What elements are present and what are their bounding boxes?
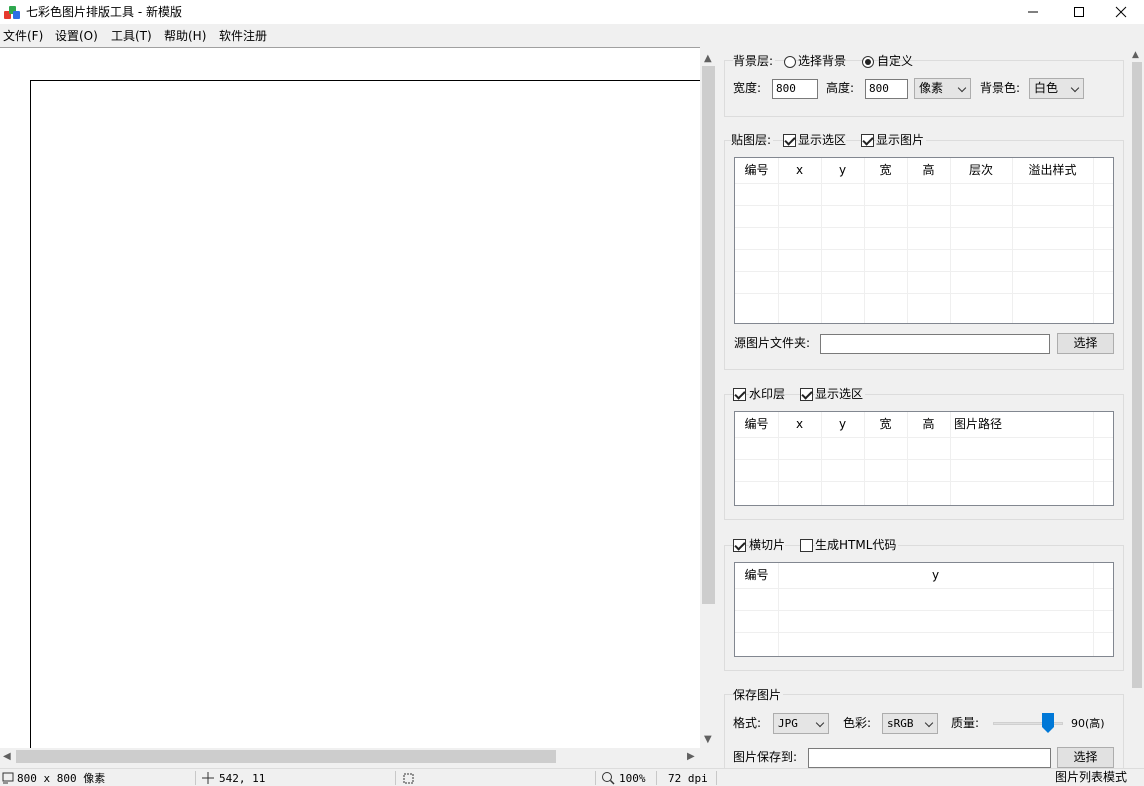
column-header[interactable]: 宽	[864, 417, 907, 432]
watermark-show-selection-label[interactable]: 显示选区	[815, 387, 866, 402]
bgcolor-select-value: 白色	[1034, 81, 1059, 95]
choose-source-folder-button[interactable]: 选择	[1057, 333, 1114, 354]
generate-html-checkbox[interactable]	[800, 539, 813, 552]
maximize-button[interactable]	[1056, 0, 1102, 24]
scroll-up-icon[interactable]: ▲	[704, 53, 712, 65]
slice-table[interactable]: 编号 y	[734, 562, 1114, 657]
paste-layer-table[interactable]: 编号 x y 宽 高 层次 溢出样式	[734, 157, 1114, 324]
slice-label[interactable]: 横切片	[749, 538, 786, 553]
unit-select-value: 像素	[919, 81, 944, 95]
status-mode[interactable]: 图片列表模式	[1055, 771, 1127, 784]
column-header[interactable]: 高	[907, 163, 950, 178]
column-header[interactable]: 高	[907, 417, 950, 432]
canvas-vertical-scroll-thumb[interactable]	[702, 66, 715, 604]
title-bar: 七彩色图片排版工具 - 新模版	[0, 0, 1144, 24]
menu-file[interactable]: 文件(F)	[3, 29, 43, 44]
menu-register[interactable]: 软件注册	[219, 29, 267, 44]
watermark-layer-table[interactable]: 编号 x y 宽 高 图片路径	[734, 411, 1114, 506]
background-layer-label: 背景层:	[733, 54, 776, 69]
radio-custom-background[interactable]	[862, 56, 874, 68]
canvas-viewport[interactable]	[0, 47, 700, 749]
canvas-page[interactable]	[30, 80, 700, 749]
save-to-input[interactable]	[808, 748, 1051, 768]
canvas-horizontal-scroll-thumb[interactable]	[16, 750, 556, 763]
format-select[interactable]: JPG	[773, 713, 829, 734]
save-image-label: 保存图片	[733, 688, 784, 703]
window-title: 七彩色图片排版工具 - 新模版	[26, 5, 182, 19]
status-cursor-position: 542, 11	[219, 772, 266, 785]
column-header[interactable]: 溢出样式	[1012, 163, 1093, 178]
format-label: 格式:	[733, 716, 762, 730]
column-header[interactable]: y	[821, 417, 864, 432]
status-zoom: 100%	[619, 772, 646, 785]
app-logo-icon	[4, 4, 20, 20]
column-header[interactable]: 图片路径	[954, 417, 1014, 432]
status-dpi: 72 dpi	[668, 772, 708, 785]
chevron-down-icon	[1070, 83, 1080, 93]
height-label: 高度:	[826, 81, 855, 95]
watermark-layer-label[interactable]: 水印层	[749, 387, 786, 402]
column-header[interactable]: y	[778, 568, 1093, 583]
choose-background-label[interactable]: 选择背景	[798, 54, 846, 69]
show-image-checkbox[interactable]	[861, 134, 874, 147]
quality-value: 90(高)	[1071, 717, 1105, 730]
selection-icon	[403, 773, 414, 784]
panel-vertical-scroll-thumb[interactable]	[1132, 62, 1142, 688]
bgcolor-select[interactable]: 白色	[1029, 78, 1084, 99]
column-header[interactable]: x	[778, 417, 821, 432]
chevron-down-icon	[957, 83, 967, 93]
scroll-left-icon[interactable]: ◀	[3, 751, 11, 763]
source-folder-label: 源图片文件夹:	[734, 336, 811, 350]
color-select[interactable]: sRGB	[882, 713, 938, 734]
column-header[interactable]: 编号	[735, 163, 778, 178]
radio-choose-background[interactable]	[784, 56, 796, 68]
format-select-value: JPG	[778, 717, 798, 730]
panel-scroll-up-icon[interactable]: ▲	[1132, 49, 1139, 61]
menu-help[interactable]: 帮助(H)	[164, 29, 206, 44]
paste-layer-label: 贴图层:	[731, 133, 774, 148]
column-header[interactable]: 宽	[864, 163, 907, 178]
quality-label: 质量:	[951, 716, 980, 730]
scroll-right-icon[interactable]: ▶	[687, 751, 695, 763]
maximize-icon	[1074, 7, 1084, 17]
menu-bar: 文件(F) 设置(O) 工具(T) 帮助(H) 软件注册	[0, 26, 720, 46]
chevron-down-icon	[924, 718, 934, 728]
custom-background-label[interactable]: 自定义	[877, 54, 913, 69]
color-select-value: sRGB	[887, 717, 914, 730]
width-input[interactable]: 800	[772, 79, 818, 99]
bgcolor-label: 背景色:	[980, 81, 1021, 95]
watermark-layer-checkbox[interactable]	[733, 388, 746, 401]
column-header[interactable]: x	[778, 163, 821, 178]
column-header[interactable]: 编号	[735, 417, 778, 432]
minimize-icon	[1028, 11, 1038, 13]
scroll-down-icon[interactable]: ▼	[704, 734, 712, 746]
menu-tools[interactable]: 工具(T)	[111, 29, 152, 44]
column-header[interactable]: 层次	[950, 163, 1012, 178]
save-to-label: 图片保存到:	[733, 750, 798, 764]
width-label: 宽度:	[733, 81, 762, 95]
move-cursor-icon	[202, 772, 214, 784]
status-bar: 800 x 800 像素 542, 11 100% 72 dpi 图片列表模式	[0, 768, 1144, 786]
close-icon	[1115, 6, 1127, 18]
show-image-label[interactable]: 显示图片	[876, 133, 927, 148]
chevron-down-icon	[815, 718, 825, 728]
color-label: 色彩:	[843, 716, 872, 730]
height-input[interactable]: 800	[865, 79, 908, 99]
generate-html-label[interactable]: 生成HTML代码	[815, 538, 899, 553]
watermark-show-selection-checkbox[interactable]	[800, 388, 813, 401]
zoom-icon	[602, 772, 615, 785]
column-header[interactable]: 编号	[735, 568, 778, 583]
unit-select[interactable]: 像素	[914, 78, 971, 99]
status-canvas-size: 800 x 800 像素	[17, 772, 106, 785]
choose-save-path-button[interactable]: 选择	[1057, 747, 1114, 768]
menu-settings[interactable]: 设置(O)	[55, 29, 98, 44]
minimize-button[interactable]	[1010, 0, 1056, 24]
close-button[interactable]	[1098, 0, 1144, 24]
column-header[interactable]: y	[821, 163, 864, 178]
show-selection-label[interactable]: 显示选区	[798, 133, 847, 148]
show-selection-checkbox[interactable]	[783, 134, 796, 147]
canvas-size-icon	[2, 772, 14, 784]
slice-checkbox[interactable]	[733, 539, 746, 552]
source-folder-input[interactable]	[820, 334, 1050, 354]
